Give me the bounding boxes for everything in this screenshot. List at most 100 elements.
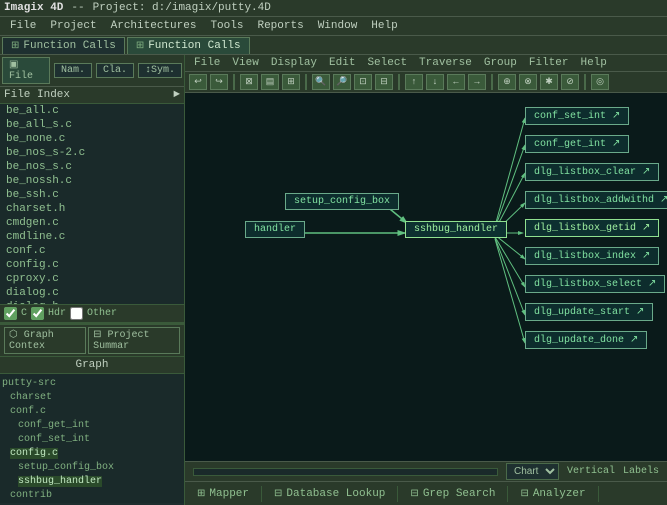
tree-item-charset[interactable]: charset: [2, 390, 182, 404]
bottom-left-tabs: ⬡ Graph Contex ⊟ Project Summar: [0, 325, 184, 357]
horizontal-scrollbar[interactable]: [193, 468, 498, 476]
list-item[interactable]: be_nossh.c: [0, 174, 184, 188]
tree-item-sshbug-handler[interactable]: sshbug_handler: [2, 474, 182, 488]
menu-architectures[interactable]: Architectures: [105, 19, 203, 33]
left-tab-sym[interactable]: ↕Sym.: [138, 63, 182, 78]
rt-file[interactable]: File: [189, 56, 225, 70]
rt-traverse[interactable]: Traverse: [414, 56, 477, 70]
left-toolbar: ▣ File Nam. Cla. ↕Sym.: [0, 55, 184, 87]
icon-btn-12[interactable]: ←: [447, 74, 465, 90]
list-item[interactable]: dialog.c: [0, 286, 184, 300]
rt-select[interactable]: Select: [362, 56, 412, 70]
rt-filter[interactable]: Filter: [524, 56, 574, 70]
tree-item-conf-set-int[interactable]: conf_set_int: [2, 432, 182, 446]
database-lookup-label: Database Lookup: [286, 488, 385, 500]
menu-help[interactable]: Help: [365, 19, 403, 33]
icon-btn-1[interactable]: ↩: [189, 74, 207, 90]
filter-hdr-checkbox[interactable]: [31, 307, 44, 320]
list-item[interactable]: be_nos_s-2.c: [0, 146, 184, 160]
node-dlg-listbox-select[interactable]: dlg_listbox_select ↗: [525, 275, 665, 293]
file-list[interactable]: be_all.c be_all_s.c be_none.c be_nos_s-2…: [0, 104, 184, 304]
tree-item-conf-get-int[interactable]: conf_get_int: [2, 418, 182, 432]
graph-canvas: handler setup_config_box sshbug_handler …: [185, 93, 667, 461]
list-item[interactable]: be_all.c: [0, 104, 184, 118]
node-dlg-listbox-getid[interactable]: dlg_listbox_getid ↗: [525, 219, 659, 237]
icon-btn-15[interactable]: ⊗: [519, 74, 537, 90]
rt-help[interactable]: Help: [575, 56, 611, 70]
grep-search-label: Grep Search: [423, 488, 496, 500]
list-item[interactable]: charset.h: [0, 202, 184, 216]
node-dlg-update-done[interactable]: dlg_update_done ↗: [525, 331, 647, 349]
bottom-tab-analyzer[interactable]: ⊟ Analyzer: [508, 486, 598, 502]
icon-btn-6[interactable]: 🔍: [312, 74, 330, 90]
icon-btn-17[interactable]: ⊘: [561, 74, 579, 90]
rt-group[interactable]: Group: [479, 56, 522, 70]
node-dlg-update-start[interactable]: dlg_update_start ↗: [525, 303, 653, 321]
tab1-label: Function Calls: [23, 40, 115, 52]
menu-project[interactable]: Project: [44, 19, 102, 33]
left-tab-file[interactable]: ▣ File: [2, 57, 50, 84]
list-item[interactable]: be_nos_s.c: [0, 160, 184, 174]
bottom-tab-grep-search[interactable]: ⊟ Grep Search: [398, 486, 508, 502]
icon-btn-11[interactable]: ↓: [426, 74, 444, 90]
menu-items[interactable]: File Project Architectures Tools Reports…: [4, 19, 404, 33]
tree-item-putty-src[interactable]: putty-src: [2, 376, 182, 390]
tree-item-config-c[interactable]: config.c: [2, 446, 182, 460]
icon-btn-13[interactable]: →: [468, 74, 486, 90]
tree-item-dialog-c[interactable]: dialog.c: [2, 502, 182, 503]
rt-view[interactable]: View: [227, 56, 263, 70]
menu-tools[interactable]: Tools: [204, 19, 249, 33]
node-setup-config-box[interactable]: setup_config_box: [285, 193, 399, 210]
filter-c-label: C: [21, 308, 27, 319]
node-sshbug-handler[interactable]: sshbug_handler: [405, 221, 507, 238]
left-tab-cla[interactable]: Cla.: [96, 63, 134, 78]
list-item[interactable]: be_none.c: [0, 132, 184, 146]
database-icon: ⊟: [274, 488, 282, 500]
list-item[interactable]: be_ssh.c: [0, 188, 184, 202]
chart-select[interactable]: Chart: [506, 463, 559, 480]
icon-btn-10[interactable]: ↑: [405, 74, 423, 90]
list-item[interactable]: conf.c: [0, 244, 184, 258]
node-conf-get-int[interactable]: conf_get_int ↗: [525, 135, 629, 153]
bottom-tab-mapper[interactable]: ⊞ Mapper: [185, 486, 262, 502]
labels-label: Labels: [623, 466, 659, 477]
node-dlg-listbox-addwithd[interactable]: dlg_listbox_addwithd ↗: [525, 191, 667, 209]
list-item[interactable]: config.c: [0, 258, 184, 272]
filter-other-checkbox[interactable]: [70, 307, 83, 320]
tree-item-setup-config-box[interactable]: setup_config_box: [2, 460, 182, 474]
node-dlg-listbox-clear[interactable]: dlg_listbox_clear ↗: [525, 163, 659, 181]
icon-btn-4[interactable]: ▤: [261, 74, 279, 90]
icon-btn-3[interactable]: ⊠: [240, 74, 258, 90]
filter-c-checkbox[interactable]: [4, 307, 17, 320]
separator-5: [584, 74, 586, 90]
menu-file[interactable]: File: [4, 19, 42, 33]
list-item[interactable]: cmdline.c: [0, 230, 184, 244]
icon-btn-16[interactable]: ✱: [540, 74, 558, 90]
list-item[interactable]: cproxy.c: [0, 272, 184, 286]
icon-btn-7[interactable]: 🔎: [333, 74, 351, 90]
filter-bar: C Hdr Other: [0, 304, 184, 323]
list-item[interactable]: cmdgen.c: [0, 216, 184, 230]
icon-btn-8[interactable]: ⊡: [354, 74, 372, 90]
tree-item-conf-c[interactable]: conf.c: [2, 404, 182, 418]
tab-function-calls-1[interactable]: ⊞ Function Calls: [2, 37, 125, 54]
node-dlg-listbox-index[interactable]: dlg_listbox_index ↗: [525, 247, 659, 265]
icon-btn-9[interactable]: ⊟: [375, 74, 393, 90]
menu-reports[interactable]: Reports: [251, 19, 309, 33]
tab-function-calls-2[interactable]: ⊞ Function Calls: [127, 37, 250, 54]
icon-btn-18[interactable]: ◎: [591, 74, 609, 90]
graph-context-tab[interactable]: ⬡ Graph Contex: [4, 327, 86, 354]
node-conf-set-int[interactable]: conf_set_int ↗: [525, 107, 629, 125]
rt-edit[interactable]: Edit: [324, 56, 360, 70]
project-summary-tab[interactable]: ⊟ Project Summar: [88, 327, 180, 354]
list-item[interactable]: be_all_s.c: [0, 118, 184, 132]
expand-icon[interactable]: ►: [173, 89, 180, 101]
icon-btn-2[interactable]: ↪: [210, 74, 228, 90]
node-handler[interactable]: handler: [245, 221, 305, 238]
icon-btn-14[interactable]: ⊕: [498, 74, 516, 90]
rt-display[interactable]: Display: [266, 56, 322, 70]
left-tab-nam[interactable]: Nam.: [54, 63, 92, 78]
menu-window[interactable]: Window: [312, 19, 364, 33]
icon-btn-5[interactable]: ⊞: [282, 74, 300, 90]
bottom-tab-database-lookup[interactable]: ⊟ Database Lookup: [262, 486, 398, 502]
